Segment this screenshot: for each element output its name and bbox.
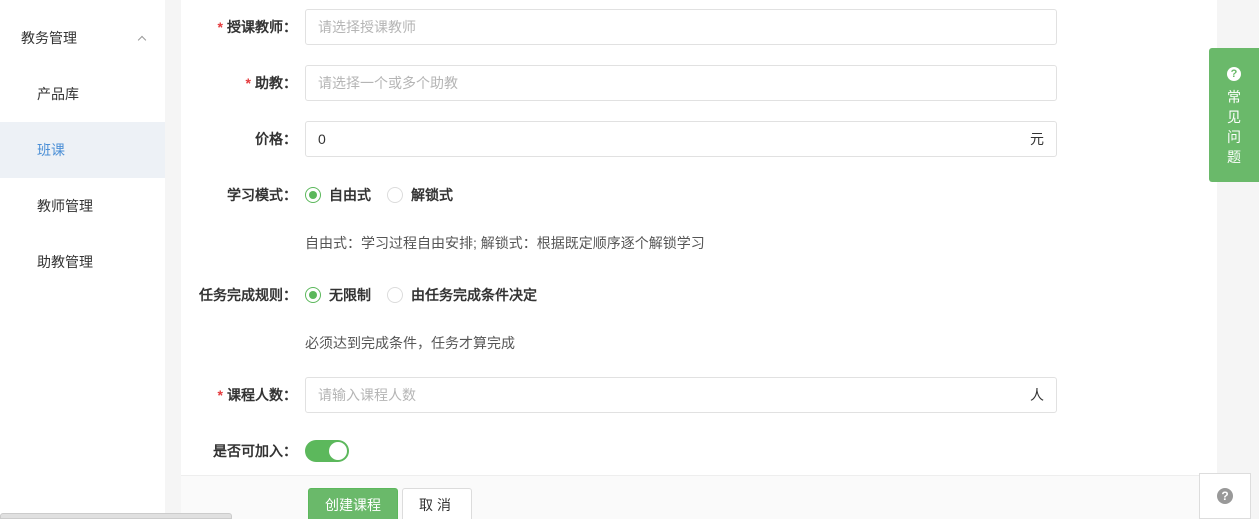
study-mode-radio-group: 自由式 解锁式 (305, 177, 469, 213)
task-rule-option-label: 由任务完成条件决定 (411, 287, 537, 303)
required-mark: * (217, 19, 223, 35)
task-rule-radio-group: 无限制 由任务完成条件决定 (305, 277, 553, 313)
teacher-select[interactable]: 请选择授课教师 (305, 9, 1057, 45)
assistant-label: * 助教： (245, 75, 297, 91)
price-unit: 元 (1030, 131, 1044, 147)
sidebar-group-header[interactable]: 教务管理 (0, 10, 165, 66)
radio-checked-icon (305, 187, 321, 203)
toggle-knob (329, 442, 347, 460)
course-form: * 授课教师： 请选择授课教师 * 助教： 请选择一个或多个助教 价格： 0 元 学… (181, 0, 1217, 475)
faq-char: 题 (1227, 149, 1241, 165)
price-label: 价格： (255, 131, 297, 147)
faq-tab[interactable]: ? 常 见 问 题 (1209, 48, 1259, 182)
teacher-label: * 授课教师： (217, 19, 297, 35)
sidebar-group-label: 教务管理 (21, 30, 77, 46)
task-rule-option-unlimited[interactable]: 无限制 (305, 285, 371, 305)
sidebar-item-product-library[interactable]: 产品库 (0, 66, 165, 122)
faq-char: 问 (1227, 129, 1241, 145)
question-icon: ? (1217, 488, 1233, 504)
study-mode-option-label: 解锁式 (411, 187, 453, 203)
bottom-bar (0, 513, 232, 519)
create-course-button[interactable]: 创建课程 (308, 488, 398, 519)
capacity-label: * 课程人数： (217, 387, 297, 403)
form-footer: 创建课程 取消 (181, 475, 1217, 519)
joinable-label: 是否可加入： (213, 443, 297, 459)
task-rule-label: 任务完成规则： (199, 287, 297, 303)
study-mode-option-free[interactable]: 自由式 (305, 185, 371, 205)
faq-char: 见 (1227, 109, 1241, 125)
assistant-select[interactable]: 请选择一个或多个助教 (305, 65, 1057, 101)
price-value: 0 (318, 131, 326, 147)
radio-unchecked-icon (387, 187, 403, 203)
radio-unchecked-icon (387, 287, 403, 303)
task-rule-option-condition[interactable]: 由任务完成条件决定 (387, 285, 537, 305)
sidebar: 教务管理 产品库 班课 教师管理 助教管理 (0, 0, 165, 519)
question-icon: ? (1227, 67, 1241, 81)
study-mode-option-unlock[interactable]: 解锁式 (387, 185, 453, 205)
price-input[interactable]: 0 元 (305, 121, 1057, 157)
radio-checked-icon (305, 287, 321, 303)
study-mode-option-label: 自由式 (329, 187, 371, 203)
help-button[interactable]: ? (1199, 473, 1251, 519)
chevron-up-icon (137, 35, 147, 44)
capacity-placeholder: 请输入课程人数 (318, 387, 416, 403)
faq-char: 常 (1227, 89, 1241, 105)
cancel-button[interactable]: 取消 (402, 488, 472, 519)
sidebar-item-class[interactable]: 班课 (0, 122, 165, 178)
capacity-unit: 人 (1030, 387, 1044, 403)
capacity-input[interactable]: 请输入课程人数 人 (305, 377, 1057, 413)
required-mark: * (217, 387, 223, 403)
required-mark: * (245, 75, 251, 91)
sidebar-item-teacher-management[interactable]: 教师管理 (0, 178, 165, 234)
study-mode-help: 自由式：学习过程自由安排; 解锁式：根据既定顺序逐个解锁学习 (305, 235, 705, 251)
task-rule-option-label: 无限制 (329, 287, 371, 303)
task-rule-help: 必须达到完成条件，任务才算完成 (305, 335, 515, 351)
joinable-toggle[interactable] (305, 440, 349, 462)
study-mode-label: 学习模式： (227, 187, 297, 203)
sidebar-item-assistant-management[interactable]: 助教管理 (0, 234, 165, 290)
